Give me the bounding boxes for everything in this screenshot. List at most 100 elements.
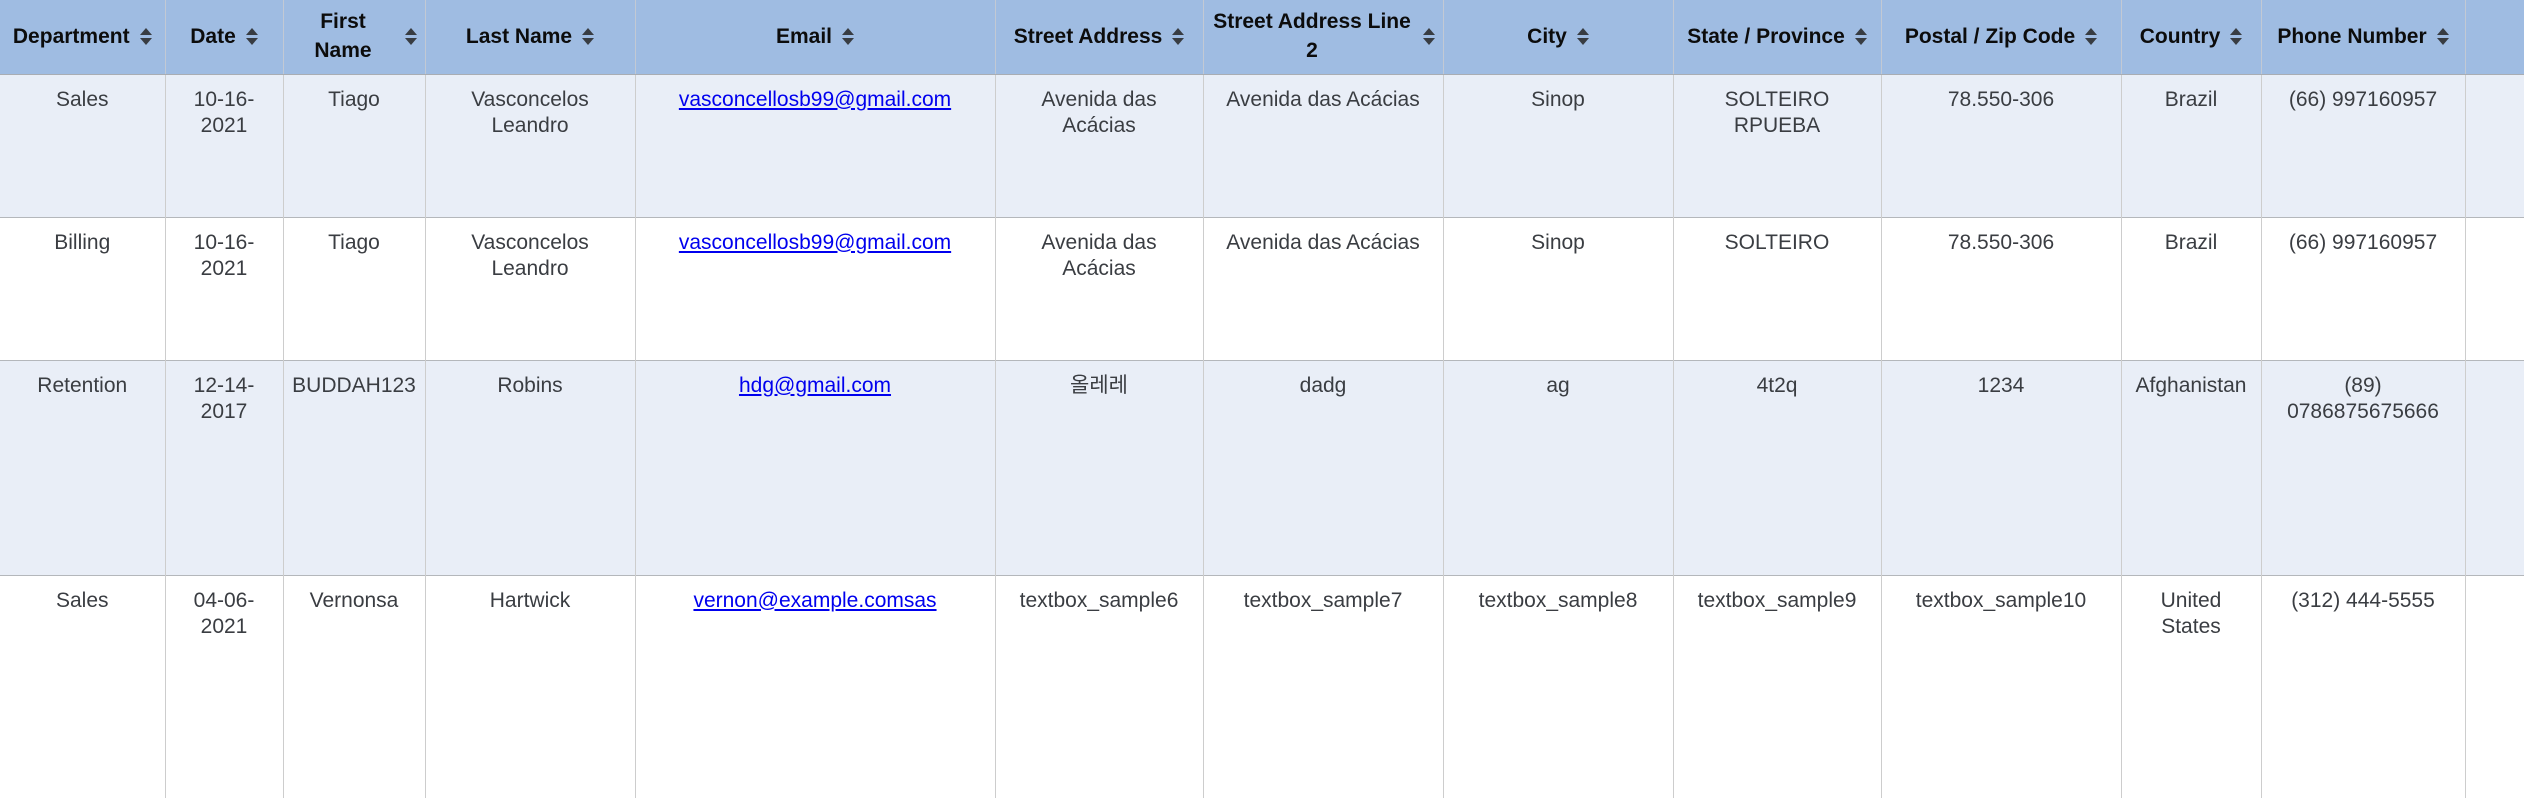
- column-header-content: State / Province: [1682, 23, 1873, 51]
- sort-descending-triangle-icon: [2085, 38, 2098, 46]
- cell-email: vasconcellosb99@gmail.com: [635, 217, 996, 360]
- sort-ascending-triangle-icon: [1576, 28, 1589, 36]
- column-header-content: Last Name: [434, 23, 627, 51]
- sort-icon[interactable]: [1422, 28, 1435, 46]
- email-link[interactable]: hdg@gmail.com: [739, 374, 891, 397]
- table-header: Department Date First Name Last Name Email St…: [0, 0, 2524, 75]
- table-row: Retention 12-14-2017 BUDDAH123 Robins hdg@gm…: [0, 360, 2524, 575]
- sort-descending-triangle-icon: [1854, 38, 1867, 46]
- column-header-date[interactable]: Date: [165, 0, 284, 75]
- column-header-state-province[interactable]: State / Province: [1673, 0, 1882, 75]
- cell-city: textbox_sample8: [1443, 575, 1674, 798]
- sort-descending-triangle-icon: [842, 38, 855, 46]
- sort-icon[interactable]: [245, 28, 258, 46]
- table-body: Sales 10-16-2021 Tiago Vasconcelos Leandro v…: [0, 74, 2524, 798]
- column-header-street-address[interactable]: Street Address: [995, 0, 1204, 75]
- sort-icon[interactable]: [2436, 28, 2449, 46]
- sort-icon[interactable]: [404, 28, 417, 46]
- column-header-empty: [2465, 0, 2524, 75]
- column-header-label: City: [1527, 24, 1567, 48]
- sort-icon[interactable]: [139, 28, 152, 46]
- column-header-label: Phone Number: [2277, 24, 2427, 48]
- column-header-content: Country: [2130, 23, 2253, 51]
- cell-last-name: Hartwick: [425, 575, 636, 798]
- email-link[interactable]: vasconcellosb99@gmail.com: [679, 88, 951, 111]
- column-header-label: Country: [2139, 24, 2221, 48]
- column-header-content: City: [1452, 23, 1665, 51]
- sort-ascending-triangle-icon: [2230, 28, 2243, 36]
- cell-state-province: SOLTEIRO: [1673, 217, 1882, 360]
- sort-ascending-triangle-icon: [2085, 28, 2098, 36]
- column-header-phone-number[interactable]: Phone Number: [2261, 0, 2466, 75]
- column-header-postal-zip-code[interactable]: Postal / Zip Code: [1881, 0, 2122, 75]
- sort-icon[interactable]: [842, 28, 855, 46]
- sort-icon[interactable]: [582, 28, 595, 46]
- sort-descending-triangle-icon: [1576, 38, 1589, 46]
- cell-phone-number: (66) 997160957: [2261, 217, 2466, 360]
- cell-phone-number: (89) 0786875675666: [2261, 360, 2466, 575]
- cell-state-province: SOLTEIRO RPUEBA: [1673, 74, 1882, 217]
- cell-postal-zip-code: 78.550-306: [1881, 74, 2122, 217]
- sort-descending-triangle-icon: [139, 38, 152, 46]
- cell-empty: [2465, 74, 2524, 217]
- sort-icon[interactable]: [1576, 28, 1589, 46]
- sort-descending-triangle-icon: [2230, 38, 2243, 46]
- table-row: Sales 04-06-2021 Vernonsa Hartwick vernon@ex…: [0, 575, 2524, 798]
- column-header-label: First Name: [314, 10, 372, 62]
- sort-icon[interactable]: [2085, 28, 2098, 46]
- cell-street-address-line-2: Avenida das Acácias: [1203, 74, 1444, 217]
- cell-city: Sinop: [1443, 74, 1674, 217]
- column-header-label: Email: [775, 24, 833, 48]
- cell-street-address-line-2: Avenida das Acácias: [1203, 217, 1444, 360]
- cell-street-address: Avenida das Acácias: [995, 217, 1204, 360]
- column-header-label: Postal / Zip Code: [1904, 24, 2076, 48]
- column-header-content: Street Address Line 2: [1212, 8, 1435, 65]
- cell-first-name: Tiago: [283, 74, 426, 217]
- column-header-content: Phone Number: [2270, 23, 2457, 51]
- cell-street-address: 올레레: [995, 360, 1204, 575]
- cell-street-address: textbox_sample6: [995, 575, 1204, 798]
- sort-ascending-triangle-icon: [842, 28, 855, 36]
- cell-department: Billing: [0, 217, 166, 360]
- cell-postal-zip-code: textbox_sample10: [1881, 575, 2122, 798]
- column-header-department[interactable]: Department: [0, 0, 166, 75]
- cell-phone-number: (312) 444-5555: [2261, 575, 2466, 798]
- cell-last-name: Vasconcelos Leandro: [425, 74, 636, 217]
- column-header-email[interactable]: Email: [635, 0, 996, 75]
- cell-postal-zip-code: 78.550-306: [1881, 217, 2122, 360]
- sort-icon[interactable]: [2230, 28, 2243, 46]
- cell-postal-zip-code: 1234: [1881, 360, 2122, 575]
- column-header-content: Street Address: [1004, 23, 1195, 51]
- column-header-last-name[interactable]: Last Name: [425, 0, 636, 75]
- cell-street-address-line-2: textbox_sample7: [1203, 575, 1444, 798]
- column-header-street-address-line-2[interactable]: Street Address Line 2: [1203, 0, 1444, 75]
- cell-empty: [2465, 217, 2524, 360]
- sort-icon[interactable]: [1172, 28, 1185, 46]
- cell-department: Retention: [0, 360, 166, 575]
- cell-first-name: Vernonsa: [283, 575, 426, 798]
- cell-city: Sinop: [1443, 217, 1674, 360]
- email-link[interactable]: vasconcellosb99@gmail.com: [679, 231, 951, 254]
- email-link[interactable]: vernon@example.comsas: [693, 589, 936, 612]
- cell-state-province: textbox_sample9: [1673, 575, 1882, 798]
- cell-state-province: 4t2q: [1673, 360, 1882, 575]
- data-table: Department Date First Name Last Name Email St…: [0, 0, 2524, 798]
- cell-street-address-line-2: dadg: [1203, 360, 1444, 575]
- cell-date: 10-16-2021: [165, 217, 284, 360]
- column-header-content: First Name: [292, 8, 417, 65]
- column-header-first-name[interactable]: First Name: [283, 0, 426, 75]
- sort-descending-triangle-icon: [245, 38, 258, 46]
- cell-empty: [2465, 575, 2524, 798]
- cell-date: 04-06-2021: [165, 575, 284, 798]
- cell-email: vasconcellosb99@gmail.com: [635, 74, 996, 217]
- column-header-country[interactable]: Country: [2121, 0, 2262, 75]
- cell-empty: [2465, 360, 2524, 575]
- column-header-label: State / Province: [1687, 24, 1845, 48]
- sort-icon[interactable]: [1854, 28, 1867, 46]
- cell-department: Sales: [0, 575, 166, 798]
- sort-ascending-triangle-icon: [245, 28, 258, 36]
- cell-phone-number: (66) 997160957: [2261, 74, 2466, 217]
- cell-country: Brazil: [2121, 74, 2262, 217]
- column-header-city[interactable]: City: [1443, 0, 1674, 75]
- column-header-label: Last Name: [465, 24, 573, 48]
